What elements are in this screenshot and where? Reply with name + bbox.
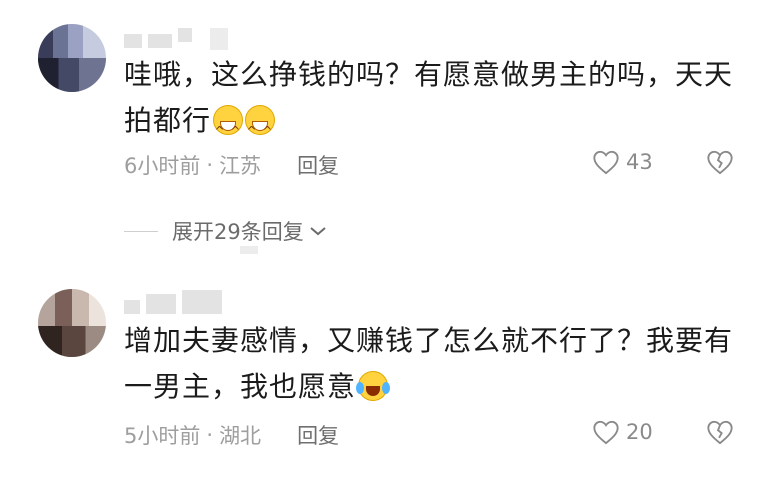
location: 江苏 xyxy=(219,154,262,178)
timestamp: 6小时前 xyxy=(124,154,201,178)
reply-button[interactable]: 回复 xyxy=(297,150,339,180)
broken-heart-icon xyxy=(707,150,733,175)
separator: · xyxy=(206,423,214,447)
comment-meta: 6小时前 · 江苏 回复 xyxy=(124,150,339,180)
grinning-face-icon xyxy=(245,105,276,154)
reply-button[interactable]: 回复 xyxy=(297,420,339,450)
like-button[interactable]: 20 xyxy=(592,419,653,445)
separator: · xyxy=(206,153,214,177)
grinning-face-icon xyxy=(213,105,244,154)
comment-meta: 5小时前 · 湖北 回复 xyxy=(124,420,339,450)
comment-text: 增加夫妻感情，又赚钱了怎么就不行了？我要有一男主，我也愿意 xyxy=(124,318,744,410)
like-button[interactable]: 43 xyxy=(592,149,653,175)
pixelation-artifact xyxy=(240,246,258,254)
timestamp: 5小时前 xyxy=(124,424,201,448)
comment-body: 增加夫妻感情，又赚钱了怎么就不行了？我要有一男主，我也愿意 xyxy=(124,324,734,403)
like-count: 43 xyxy=(626,150,653,174)
avatar[interactable] xyxy=(38,289,106,357)
username-pixelated[interactable] xyxy=(124,28,192,48)
heart-icon xyxy=(593,150,619,175)
divider-line xyxy=(124,230,158,232)
comments-panel: 哇哦，这么挣钱的吗？有愿意做男主的吗，天天拍都行 6小时前 · 江苏 回复 43… xyxy=(0,0,769,484)
username-pixelated[interactable] xyxy=(124,290,222,314)
expand-replies-label: 展开29条回复 xyxy=(172,220,304,244)
chevron-down-icon xyxy=(310,227,326,236)
expand-replies-button[interactable]: 展开29条回复 xyxy=(124,216,328,246)
dislike-button[interactable] xyxy=(706,149,734,179)
rolling-laughing-face-icon xyxy=(356,371,389,401)
comment-text: 哇哦，这么挣钱的吗？有愿意做男主的吗，天天拍都行 xyxy=(124,52,744,154)
heart-icon xyxy=(593,420,619,445)
avatar[interactable] xyxy=(38,24,106,92)
pixelation-artifact xyxy=(210,28,228,50)
dislike-button[interactable] xyxy=(706,419,734,449)
like-count: 20 xyxy=(626,420,653,444)
location: 湖北 xyxy=(219,424,262,448)
broken-heart-icon xyxy=(707,420,733,445)
